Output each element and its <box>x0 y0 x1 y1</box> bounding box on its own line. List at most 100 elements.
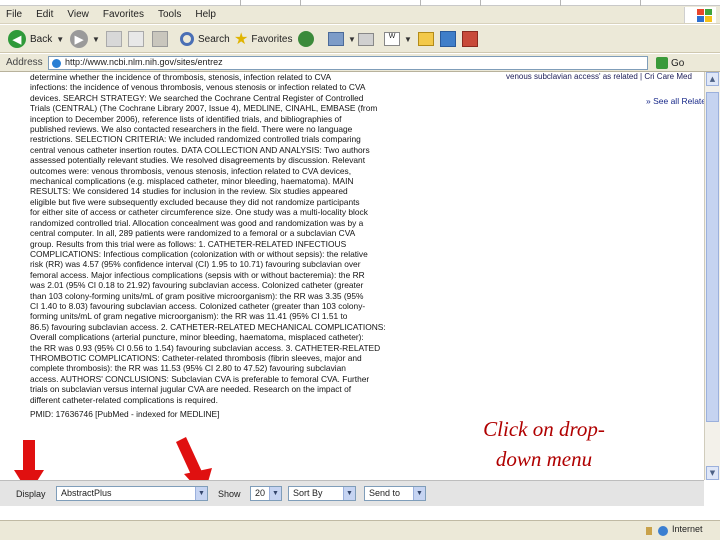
chevron-down-icon[interactable]: ▼ <box>343 487 355 500</box>
home-button[interactable] <box>152 29 168 49</box>
display-label: Display <box>16 489 46 499</box>
back-arrow-icon: ◀ <box>8 30 26 48</box>
vertical-scrollbar[interactable]: ▲ ▼ <box>704 72 720 480</box>
scroll-down-icon[interactable]: ▼ <box>706 466 719 480</box>
mail-button[interactable]: ▼ <box>328 29 356 49</box>
abstract-line: RESULTS: We considered 14 studies for in… <box>30 186 348 197</box>
menu-edit[interactable]: Edit <box>36 9 53 20</box>
edit-button[interactable]: W ▼ <box>384 29 412 49</box>
abstract-line: restrictions. SELECTION CRITERIA: We inc… <box>30 134 361 145</box>
abstract-line: eligible but five were subsequently excl… <box>30 196 360 207</box>
chevron-down-icon: ▼ <box>92 34 100 44</box>
abstract-line: than 103 colony-forming units/mL of gram… <box>30 290 364 301</box>
abstract-line: 86.5) favouring subclavian access. 2. CA… <box>30 321 386 332</box>
history-button[interactable] <box>298 29 314 49</box>
folder-icon <box>418 32 434 46</box>
abstract-line: infections: the incidence of venous thro… <box>30 82 366 93</box>
abstract-line: different catheter-related complications… <box>30 394 218 405</box>
abstract-line: THROMBOTIC COMPLICATIONS: Catheter-relat… <box>30 352 362 363</box>
chevron-down-icon: ▼ <box>348 34 356 44</box>
abstract-line: mechanical complications (e.g. misplaced… <box>30 176 354 187</box>
address-label: Address <box>6 57 43 68</box>
toolbar: ◀ Back ▼ ▶ ▼ Search ★ Favorites ▼ W ▼ <box>0 25 720 53</box>
menu-bar: File Edit View Favorites Tools Help <box>0 6 720 24</box>
status-zone-text: Internet <box>672 524 703 534</box>
show-count-value: 20 <box>255 488 266 498</box>
home-icon <box>152 31 168 47</box>
annotation-line-1: Click on drop- <box>483 417 605 441</box>
pmid-line[interactable]: PMID: 17636746 [PubMed - indexed for MED… <box>30 409 454 419</box>
address-bar: Address http://www.ncbi.nlm.nih.gov/site… <box>0 54 720 72</box>
messenger-button[interactable] <box>440 29 456 49</box>
chevron-down-icon: ▼ <box>56 34 65 44</box>
stop-icon <box>106 31 122 47</box>
format-dropdown-value: AbstractPlus <box>61 488 112 498</box>
sort-by-value: Sort By <box>293 488 323 498</box>
status-bar: Internet <box>0 520 720 540</box>
abstract-line: devices. SEARCH STRATEGY: We searched th… <box>30 92 364 103</box>
show-label: Show <box>218 489 241 499</box>
ie-page-icon <box>52 59 61 68</box>
abstract-line: Trials (CENTRAL) (The Cochrane Library 2… <box>30 103 378 114</box>
menu-file[interactable]: File <box>6 9 22 20</box>
forward-arrow-icon: ▶ <box>70 30 88 48</box>
mail-icon <box>328 32 344 46</box>
abstract-line: access. AUTHORS' CONCLUSIONS: Subclavian… <box>30 373 370 384</box>
folder-button[interactable] <box>418 29 434 49</box>
research-icon <box>462 31 478 47</box>
refresh-button[interactable] <box>128 29 144 49</box>
abstract-line: central venous catheter insertion routes… <box>30 144 370 155</box>
search-label: Search <box>198 33 230 45</box>
messenger-icon <box>440 31 456 47</box>
go-button[interactable]: Go <box>656 56 684 70</box>
lock-icon <box>646 527 652 535</box>
menu-view[interactable]: View <box>67 9 89 20</box>
chevron-down-icon[interactable]: ▼ <box>195 487 207 500</box>
abstract-line: determine whether the incidence of throm… <box>30 72 332 82</box>
forward-button[interactable]: ▶ ▼ <box>70 29 100 49</box>
research-button[interactable] <box>462 29 478 49</box>
abstract-line: COMPLICATIONS: Infectious complication (… <box>30 248 368 259</box>
print-icon <box>358 32 374 46</box>
address-input[interactable]: http://www.ncbi.nlm.nih.gov/sites/entrez <box>48 56 648 70</box>
search-button[interactable]: Search <box>180 29 230 49</box>
chevron-down-icon: ▼ <box>404 34 412 44</box>
abstract-line: complete thrombosis): the RR was 11.53 (… <box>30 363 346 374</box>
menu-favorites[interactable]: Favorites <box>103 9 144 20</box>
instruction-annotation: Click on drop- down menu <box>456 414 632 474</box>
abstract-line: assessed potentially relevant studies. W… <box>30 155 366 166</box>
abstract-line: for either site of access or catheter ci… <box>30 207 368 218</box>
abstract-text: determine whether the incidence of throm… <box>30 72 454 419</box>
stop-button[interactable] <box>106 29 122 49</box>
abstract-line: group. Results from this trial were as f… <box>30 238 347 249</box>
abstract-line: CI 1.40 to 8.03) favouring subclavian ac… <box>30 300 366 311</box>
internet-zone-icon <box>658 526 668 536</box>
show-count-dropdown[interactable]: 20 ▼ <box>250 486 282 501</box>
chevron-down-icon[interactable]: ▼ <box>413 487 425 500</box>
format-dropdown[interactable]: AbstractPlus ▼ <box>56 486 208 501</box>
word-icon: W <box>384 32 400 46</box>
menu-help[interactable]: Help <box>195 9 216 20</box>
scroll-thumb[interactable] <box>706 92 719 422</box>
chevron-down-icon[interactable]: ▼ <box>269 487 281 500</box>
abstract-line: forming units/mL of gram negative microo… <box>30 311 348 322</box>
back-label: Back <box>30 33 53 45</box>
related-article-snippet[interactable]: venous subclavian access' as related | C… <box>506 72 692 81</box>
abstract-line: trials on subclavian versus internal jug… <box>30 384 352 395</box>
sort-by-dropdown[interactable]: Sort By ▼ <box>288 486 356 501</box>
menu-tools[interactable]: Tools <box>158 9 181 20</box>
windows-logo-icon <box>684 7 716 23</box>
favorites-button[interactable]: ★ Favorites <box>234 29 292 49</box>
send-to-dropdown[interactable]: Send to ▼ <box>364 486 426 501</box>
see-related-articles-link[interactable]: » See all Related Articles <box>646 96 704 106</box>
abstract-line: outcomes were: venous thrombosis, venous… <box>30 165 352 176</box>
history-icon <box>298 31 314 47</box>
abstract-line: published reviews. We also contacted res… <box>30 124 353 135</box>
go-label: Go <box>671 57 685 69</box>
back-button[interactable]: ◀ Back ▼ <box>8 29 64 49</box>
abstract-line: central computer. In all, 289 patients w… <box>30 228 356 239</box>
send-to-value: Send to <box>369 488 401 498</box>
abstract-line: the RR was 0.93 (95% CI 0.56 to 1.54) fa… <box>30 342 381 353</box>
print-button[interactable] <box>358 29 374 49</box>
scroll-up-icon[interactable]: ▲ <box>706 72 719 86</box>
